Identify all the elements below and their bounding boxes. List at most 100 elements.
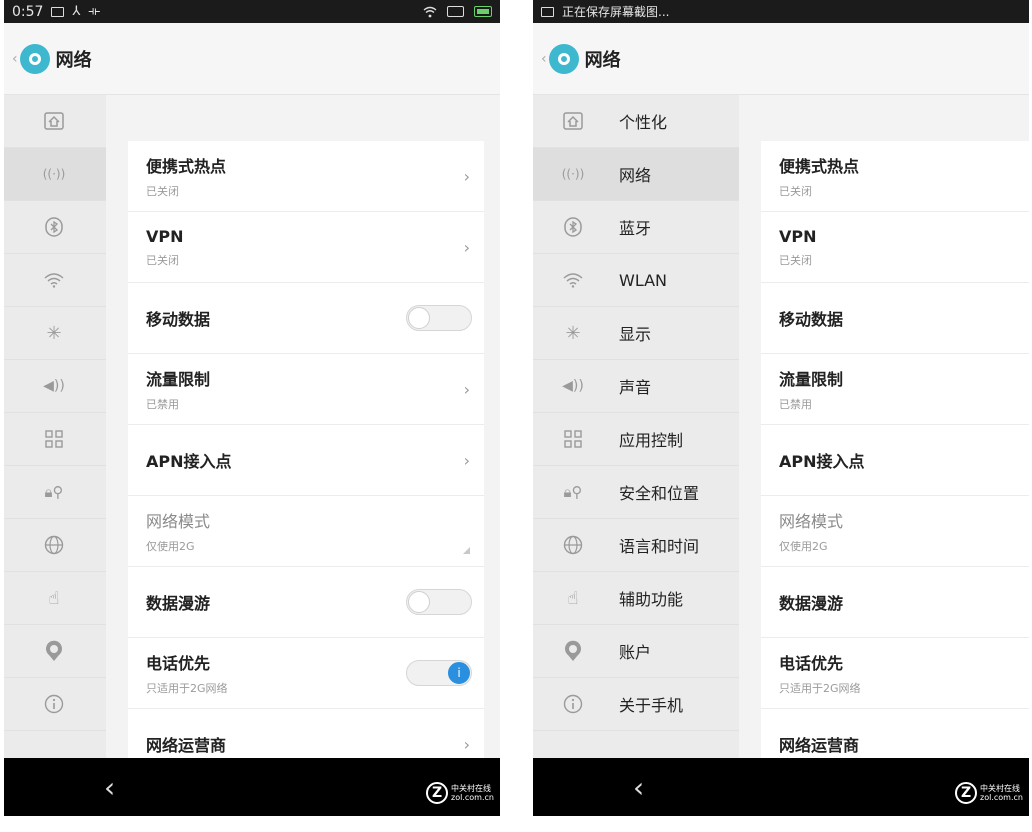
row-vpn[interactable]: VPN 已关闭 › — [128, 212, 484, 283]
row-mobile-data[interactable]: 移动数据 — [761, 283, 1029, 354]
title-bar[interactable]: ‹ 网络 — [533, 23, 1029, 95]
row-title: 网络运营商 — [146, 736, 227, 755]
mobile-data-toggle[interactable] — [406, 305, 472, 331]
account-icon — [4, 640, 104, 662]
brightness-icon: ✳ — [46, 322, 62, 344]
hotspot-icon: ((·)) — [42, 167, 66, 181]
row-network-mode[interactable]: 网络模式 仅使用2G — [128, 496, 484, 567]
apps-grid-icon — [4, 430, 104, 448]
row-hotspot[interactable]: 便携式热点 已关闭 › — [128, 141, 484, 212]
wifi-signal-icon — [423, 6, 437, 17]
row-title: 网络模式 — [779, 512, 844, 531]
dropdown-corner-icon — [463, 547, 470, 554]
nav-bar: ‹ Z 中关村在线 zol.com.cn — [4, 758, 500, 816]
row-subtitle: 已关闭 — [146, 185, 179, 198]
row-data-limit[interactable]: 流量限制 已禁用 — [761, 354, 1029, 425]
usb-icon: ⟛ — [88, 4, 101, 19]
sidebar-item-bluetooth[interactable]: 蓝牙 — [533, 201, 739, 254]
sidebar-item-display[interactable]: ✳ 显示 — [533, 307, 739, 360]
phone-left: 0:57 ⅄ ⟛ ‹ 网络 ((·)) ✳ ◀)) 🔒︎⚲ ☝ 便携式热点 已关… — [4, 0, 500, 816]
row-title: 电话优先 — [146, 654, 211, 673]
sidebar-item-network[interactable]: ((·)) 网络 — [533, 148, 739, 201]
row-mobile-data[interactable]: 移动数据 — [128, 283, 484, 354]
row-vpn[interactable]: VPN 已关闭 — [761, 212, 1029, 283]
row-phone-priority[interactable]: 电话优先 只适用于2G网络 i — [128, 638, 484, 709]
sidebar-item-accessibility[interactable]: ☝ — [4, 572, 106, 625]
sidebar-item-about[interactable] — [4, 678, 106, 731]
row-data-roaming[interactable]: 数据漫游 — [761, 567, 1029, 638]
bluetooth-icon — [4, 217, 104, 237]
chevron-right-icon: › — [463, 166, 470, 186]
nav-back-icon[interactable]: ‹ — [633, 771, 644, 804]
data-roaming-toggle[interactable] — [406, 589, 472, 615]
sidebar-item-accessibility[interactable]: ☝ 辅助功能 — [533, 572, 739, 625]
sidebar-item-account[interactable] — [4, 625, 106, 678]
row-apn[interactable]: APN接入点 › — [128, 425, 484, 496]
sidebar-label: 个性化 — [619, 113, 668, 132]
sidebar-label: 应用控制 — [619, 431, 684, 450]
info-icon — [533, 694, 613, 714]
row-subtitle: 已禁用 — [146, 398, 179, 411]
sidebar-label: 关于手机 — [619, 696, 684, 715]
sidebar-item-sound[interactable]: ◀)) 声音 — [533, 360, 739, 413]
row-subtitle: 已关闭 — [146, 253, 179, 267]
sidebar-label: 网络 — [619, 166, 652, 185]
sidebar-item-network[interactable]: ((·)) — [4, 148, 106, 201]
row-subtitle: 仅使用2G — [779, 540, 828, 553]
back-icon[interactable]: ‹ — [12, 51, 18, 67]
zol-logo: Z — [955, 782, 978, 804]
wifi-icon — [533, 272, 613, 288]
status-bar: 0:57 ⅄ ⟛ — [4, 0, 500, 23]
row-data-roaming[interactable]: 数据漫游 — [128, 567, 484, 638]
row-title: VPN — [779, 226, 817, 246]
row-hotspot[interactable]: 便携式热点 已关闭 — [761, 141, 1029, 212]
row-phone-priority[interactable]: 电话优先只适用于2G网络 — [761, 638, 1029, 709]
sidebar-item-security[interactable]: 🔒︎⚲ — [4, 466, 106, 519]
sidebar-label: 安全和位置 — [619, 484, 700, 503]
row-title: VPN — [146, 226, 184, 246]
security-location-icon: 🔒︎⚲ — [563, 483, 583, 501]
sidebar-item-wlan[interactable]: WLAN — [533, 254, 739, 307]
sidebar-item-apps[interactable]: 应用控制 — [533, 413, 739, 466]
zol-watermark: Z 中关村在线 zol.com.cn — [955, 782, 1023, 804]
brightness-icon: ✳ — [565, 322, 581, 344]
sidebar-item-personalize[interactable] — [4, 95, 106, 148]
back-icon[interactable]: ‹ — [541, 51, 547, 67]
row-title: 流量限制 — [779, 370, 844, 389]
volume-icon: ◀)) — [43, 378, 65, 394]
sidebar-item-sound[interactable]: ◀)) — [4, 360, 106, 413]
settings-list: 便携式热点 已关闭 › VPN 已关闭 › 移动数据 流量限制 已禁用 › APN接入… — [128, 141, 484, 780]
sidebar-item-account[interactable]: 账户 — [533, 625, 739, 678]
status-saving-text: 正在保存屏幕截图... — [562, 5, 670, 19]
nav-back-icon[interactable]: ‹ — [104, 771, 115, 804]
row-data-limit[interactable]: 流量限制 已禁用 › — [128, 354, 484, 425]
sidebar-item-language[interactable] — [4, 519, 106, 572]
row-title: 电话优先 — [779, 654, 844, 673]
sidebar-item-language[interactable]: 语言和时间 — [533, 519, 739, 572]
chevron-right-icon: › — [463, 450, 470, 470]
sidebar-item-personalize[interactable]: 个性化 — [533, 95, 739, 148]
bluetooth-icon — [533, 217, 613, 237]
sidebar-label: 显示 — [619, 325, 652, 344]
sidebar-label: 蓝牙 — [619, 219, 652, 238]
sidebar-item-apps[interactable] — [4, 413, 106, 466]
phone-priority-toggle[interactable]: i — [406, 660, 472, 686]
row-subtitle: 只适用于2G网络 — [779, 682, 861, 695]
sidebar-label: 辅助功能 — [619, 590, 684, 609]
zol-line1: 中关村在线 — [451, 784, 492, 793]
sidebar: ((·)) ✳ ◀)) 🔒︎⚲ ☝ — [4, 95, 106, 758]
sidebar-item-about[interactable]: 关于手机 — [533, 678, 739, 731]
sidebar-item-display[interactable]: ✳ — [4, 307, 106, 360]
title-bar[interactable]: ‹ 网络 — [4, 23, 500, 95]
home-icon — [4, 112, 104, 130]
account-icon — [533, 640, 613, 662]
sidebar: 个性化 ((·)) 网络 蓝牙 WLAN ✳ 显示 ◀)) 声音 应用控制 🔒︎… — [533, 95, 739, 758]
chevron-right-icon: › — [463, 379, 470, 399]
sidebar-label: 声音 — [619, 378, 652, 397]
apps-grid-icon — [533, 430, 613, 448]
sidebar-item-wlan[interactable] — [4, 254, 106, 307]
sidebar-item-security[interactable]: 🔒︎⚲ 安全和位置 — [533, 466, 739, 519]
row-apn[interactable]: APN接入点 — [761, 425, 1029, 496]
row-network-mode[interactable]: 网络模式仅使用2G — [761, 496, 1029, 567]
sidebar-item-bluetooth[interactable] — [4, 201, 106, 254]
